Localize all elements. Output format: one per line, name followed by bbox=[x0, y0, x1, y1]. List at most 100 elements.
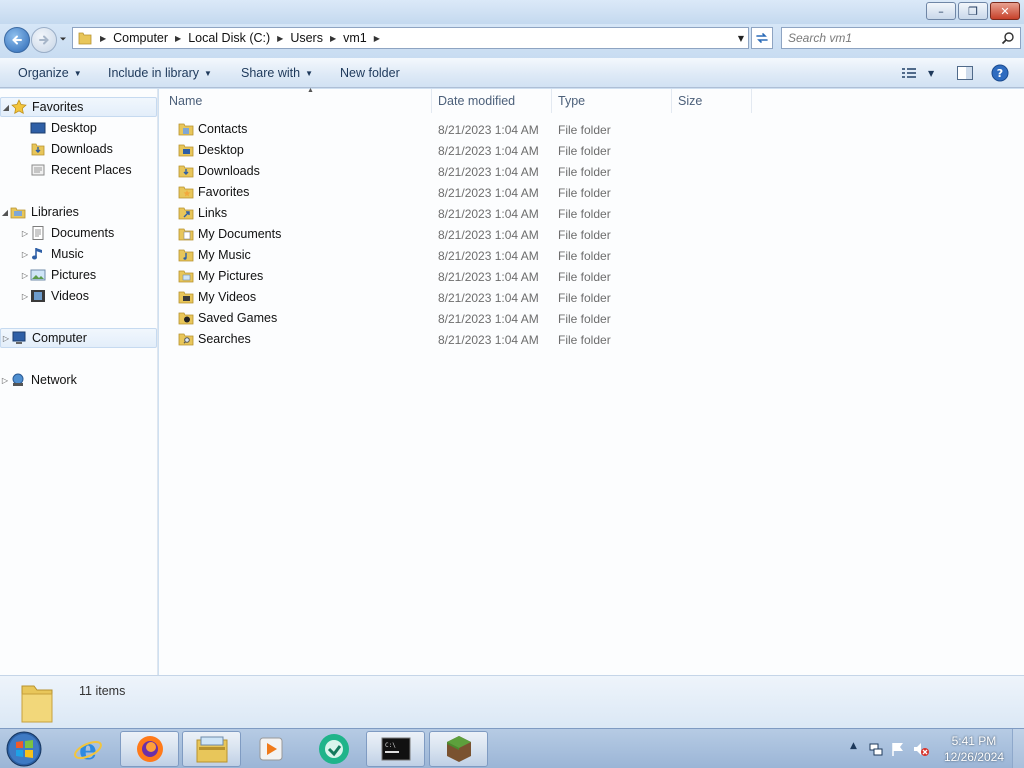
search-box[interactable] bbox=[781, 27, 1021, 49]
minimize-button[interactable]: – bbox=[926, 2, 956, 20]
column-header-size[interactable]: Size bbox=[678, 89, 752, 113]
table-row[interactable]: My Pictures 8/21/2023 1:04 AM File folde… bbox=[159, 266, 759, 287]
music-icon bbox=[30, 246, 46, 262]
nav-libraries[interactable]: ◢ Libraries bbox=[0, 202, 157, 222]
file-name: My Pictures bbox=[198, 269, 264, 283]
taskbar-vpn-app[interactable] bbox=[304, 731, 363, 767]
breadcrumb-separator-icon[interactable]: ▶ bbox=[330, 34, 336, 43]
share-with-label: Share with bbox=[241, 66, 301, 80]
taskbar-media-player[interactable] bbox=[241, 731, 300, 767]
expand-arrow-icon[interactable]: ▷ bbox=[0, 376, 10, 385]
file-list: ▲ Name Date modified Type Size Contacts … bbox=[159, 87, 1024, 675]
breadcrumb-separator-icon[interactable]: ▶ bbox=[374, 34, 380, 43]
change-view-button[interactable]: ▼ bbox=[900, 63, 934, 83]
address-bar[interactable]: ▶ Computer ▶ Local Disk (C:) ▶ Users ▶ v… bbox=[72, 27, 749, 49]
recent-pages-dropdown-icon[interactable] bbox=[58, 34, 68, 44]
file-date: 8/21/2023 1:04 AM bbox=[438, 333, 539, 347]
expand-arrow-icon[interactable]: ▷ bbox=[20, 250, 30, 259]
taskbar-minecraft[interactable] bbox=[429, 731, 488, 767]
expand-arrow-icon[interactable]: ▷ bbox=[20, 292, 30, 301]
nav-item-pictures[interactable]: ▷ Pictures bbox=[0, 265, 157, 285]
vpn-app-icon bbox=[318, 734, 349, 764]
taskbar-windows-explorer[interactable] bbox=[182, 731, 241, 767]
breadcrumb-separator-icon[interactable]: ▶ bbox=[100, 34, 106, 43]
column-header-name[interactable]: ▲ Name bbox=[169, 87, 432, 113]
table-row[interactable]: My Documents 8/21/2023 1:04 AM File fold… bbox=[159, 224, 759, 245]
table-row[interactable]: My Music 8/21/2023 1:04 AM File folder bbox=[159, 245, 759, 266]
nav-item-videos[interactable]: ▷ Videos bbox=[0, 286, 157, 306]
nav-favorites[interactable]: ◢ Favorites bbox=[0, 97, 157, 117]
breadcrumb-separator-icon[interactable]: ▶ bbox=[175, 34, 181, 43]
table-row[interactable]: Searches 8/21/2023 1:04 AM File folder bbox=[159, 329, 759, 350]
column-header-label: Date modified bbox=[438, 94, 516, 108]
breadcrumb-local-disk[interactable]: Local Disk (C:) bbox=[188, 31, 270, 45]
column-header-date-modified[interactable]: Date modified bbox=[438, 89, 552, 113]
search-input[interactable] bbox=[788, 29, 998, 47]
help-button[interactable]: ? bbox=[991, 63, 1009, 83]
restore-button[interactable]: ❐ bbox=[958, 2, 988, 20]
action-center-flag-icon[interactable] bbox=[890, 741, 906, 757]
nav-network[interactable]: ▷ Network bbox=[0, 370, 157, 390]
collapse-arrow-icon[interactable]: ◢ bbox=[0, 208, 10, 217]
libraries-icon bbox=[10, 204, 26, 220]
column-header-type[interactable]: Type bbox=[558, 89, 672, 113]
details-pane: 11 items bbox=[0, 675, 1024, 728]
table-row[interactable]: My Videos 8/21/2023 1:04 AM File folder bbox=[159, 287, 759, 308]
taskbar-command-prompt[interactable]: C:\ bbox=[366, 731, 425, 767]
file-name: My Music bbox=[198, 248, 251, 262]
clock[interactable]: 5:41 PM 12/26/2024 bbox=[944, 733, 1004, 765]
breadcrumb-vm1[interactable]: vm1 bbox=[343, 31, 367, 45]
file-type: File folder bbox=[558, 144, 611, 158]
volume-muted-icon[interactable] bbox=[912, 741, 930, 757]
expand-arrow-icon[interactable]: ▷ bbox=[20, 229, 30, 238]
address-history-dropdown-icon[interactable]: ▼ bbox=[738, 34, 744, 43]
expand-arrow-icon[interactable]: ▷ bbox=[1, 334, 11, 343]
show-hidden-icons-icon[interactable]: ▲ bbox=[850, 741, 857, 751]
nav-item-downloads[interactable]: Downloads bbox=[0, 139, 157, 159]
table-row[interactable]: Saved Games 8/21/2023 1:04 AM File folde… bbox=[159, 308, 759, 329]
nav-item-label: Desktop bbox=[51, 121, 97, 135]
table-row[interactable]: Desktop 8/21/2023 1:04 AM File folder bbox=[159, 140, 759, 161]
table-row[interactable]: Downloads 8/21/2023 1:04 AM File folder bbox=[159, 161, 759, 182]
expand-arrow-icon[interactable]: ▷ bbox=[20, 271, 30, 280]
file-date: 8/21/2023 1:04 AM bbox=[438, 312, 539, 326]
search-icon[interactable] bbox=[1001, 31, 1015, 45]
file-name: My Videos bbox=[198, 290, 257, 304]
file-type: File folder bbox=[558, 312, 611, 326]
chevron-down-icon[interactable]: ▼ bbox=[928, 69, 934, 78]
nav-computer[interactable]: ▷ Computer bbox=[0, 328, 157, 348]
pictures-icon bbox=[30, 267, 46, 283]
table-row[interactable]: Favorites 8/21/2023 1:04 AM File folder bbox=[159, 182, 759, 203]
nav-item-documents[interactable]: ▷ Documents bbox=[0, 223, 157, 243]
table-row[interactable]: Contacts 8/21/2023 1:04 AM File folder bbox=[159, 119, 759, 140]
minimize-icon: – bbox=[938, 4, 944, 18]
share-with-button[interactable]: Share with ▼ bbox=[241, 58, 313, 88]
organize-button[interactable]: Organize ▼ bbox=[18, 58, 82, 88]
star-icon bbox=[11, 99, 27, 115]
back-button[interactable] bbox=[4, 27, 30, 53]
chevron-down-icon: ▼ bbox=[73, 68, 82, 78]
breadcrumb-computer[interactable]: Computer bbox=[113, 31, 168, 45]
windows-explorer-icon bbox=[196, 736, 227, 763]
nav-item-desktop[interactable]: Desktop bbox=[0, 118, 157, 138]
documents-icon bbox=[30, 225, 46, 241]
start-button[interactable] bbox=[4, 730, 44, 768]
collapse-arrow-icon[interactable]: ◢ bbox=[1, 103, 11, 112]
preview-pane-button[interactable] bbox=[956, 63, 974, 83]
nav-item-recent-places[interactable]: Recent Places bbox=[0, 160, 157, 180]
close-button[interactable]: ✕ bbox=[990, 2, 1020, 20]
clock-time: 5:41 PM bbox=[951, 734, 997, 748]
refresh-button[interactable] bbox=[751, 27, 773, 49]
forward-button[interactable] bbox=[31, 27, 57, 53]
table-row[interactable]: Links 8/21/2023 1:04 AM File folder bbox=[159, 203, 759, 224]
network-status-icon[interactable] bbox=[868, 741, 884, 757]
include-in-library-button[interactable]: Include in library ▼ bbox=[108, 58, 212, 88]
taskbar-firefox[interactable] bbox=[120, 731, 179, 767]
breadcrumb-users[interactable]: Users bbox=[290, 31, 323, 45]
taskbar-internet-explorer[interactable]: e bbox=[58, 731, 117, 767]
breadcrumb-separator-icon[interactable]: ▶ bbox=[277, 34, 283, 43]
nav-item-music[interactable]: ▷ Music bbox=[0, 244, 157, 264]
windows-logo-icon bbox=[6, 731, 42, 767]
new-folder-button[interactable]: New folder bbox=[340, 58, 400, 88]
show-desktop-button[interactable] bbox=[1012, 729, 1024, 768]
